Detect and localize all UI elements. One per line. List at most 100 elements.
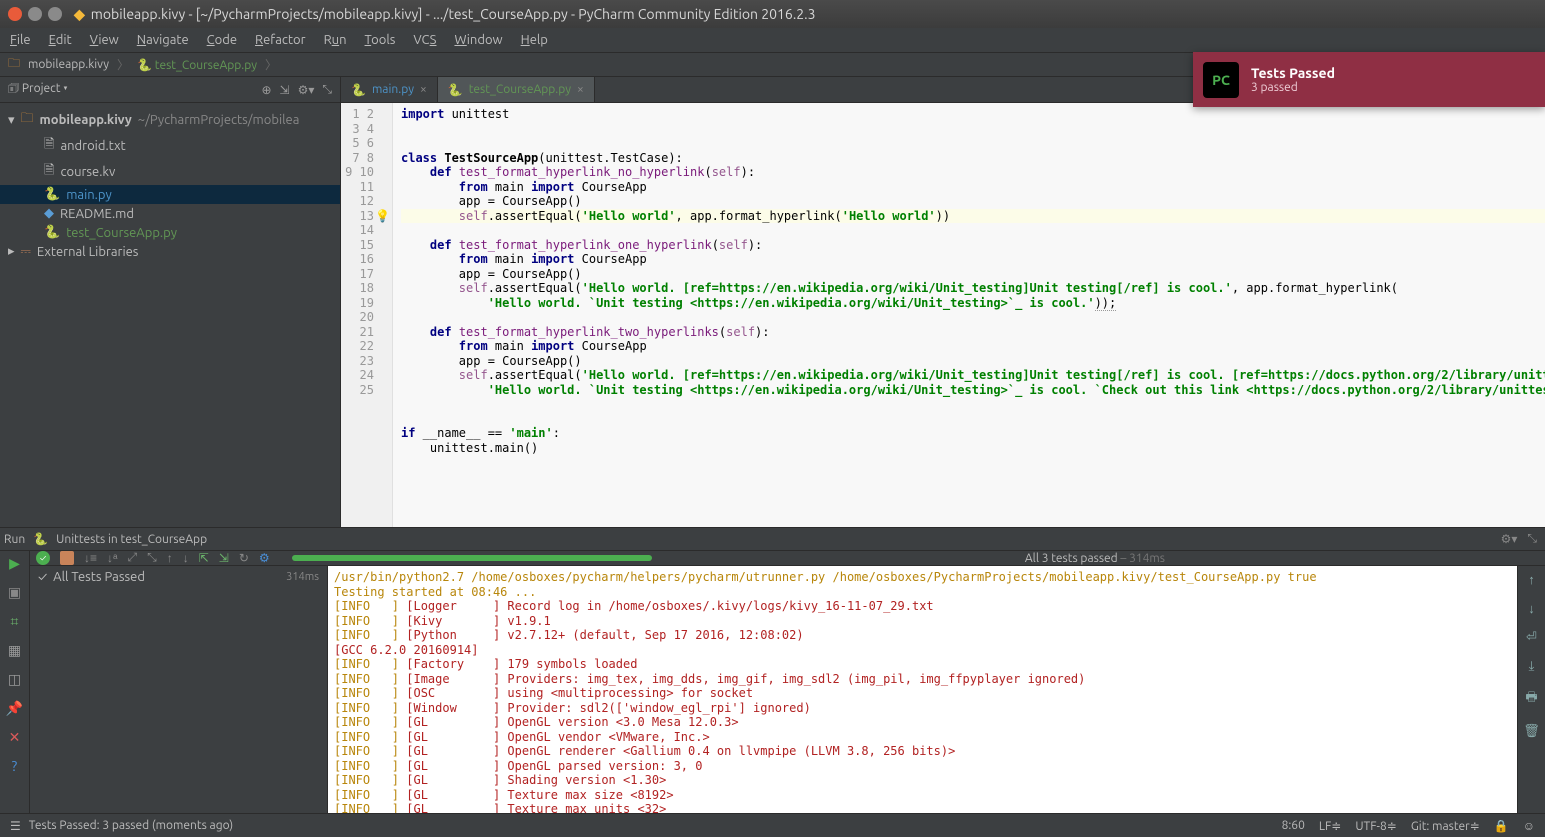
next-icon[interactable]: ↓ (183, 551, 189, 565)
menu-code[interactable]: Code (207, 33, 237, 47)
menu-view[interactable]: View (90, 33, 119, 47)
close-icon[interactable]: × (577, 83, 584, 96)
menu-tools[interactable]: Tools (365, 33, 396, 47)
notification-balloon[interactable]: PC Tests Passed 3 passed (1193, 52, 1545, 107)
tree-file-test[interactable]: 🐍 test_CourseApp.py (0, 223, 340, 242)
pin-icon[interactable]: 📌 (6, 700, 23, 717)
status-message: Tests Passed: 3 passed (moments ago) (29, 819, 233, 832)
caret-position[interactable]: 8:60 (1282, 819, 1305, 833)
import-icon[interactable]: ⇲ (219, 551, 229, 565)
folder-icon: 🗀 (21, 109, 34, 131)
tree-file-main[interactable]: 🐍main.py (0, 185, 340, 204)
gear-icon[interactable]: ⚙▾ (1501, 532, 1518, 546)
file-encoding[interactable]: UTF-8≑ (1355, 819, 1397, 833)
python-file-icon: 🐍 (351, 83, 366, 97)
menu-help[interactable]: Help (521, 33, 548, 47)
prev-icon[interactable]: ↑ (167, 551, 173, 565)
pycharm-logo-icon: PC (1203, 62, 1239, 98)
test-toolbar: ✓ ↓≡ ↓ᵃ ⤢ ⤡ ↑ ↓ ⇱ ⇲ ↻ ⚙ All 3 tests pass… (30, 551, 1545, 566)
toggle-icon[interactable] (60, 551, 74, 565)
tree-external-libraries[interactable]: ▸ ⎓ External Libraries (0, 242, 340, 261)
project-view-selector[interactable]: 🗊 Project ▾ (8, 79, 68, 100)
locate-icon[interactable]: ⊕ (261, 83, 271, 97)
run-icon[interactable]: ▶ (9, 555, 20, 572)
run-tool-window: ▶ ▣ ⌗ ▦ ◫ 📌 ✕ ? ✓ ↓≡ ↓ᵃ ⤢ ⤡ ↑ ↓ ⇱ ⇲ ↻ ⚙ … (0, 551, 1545, 813)
tree-project-root[interactable]: ▾ 🗀 mobileapp.kivy ~/PycharmProjects/mob… (0, 107, 340, 133)
clear-icon[interactable]: 🗑 (1523, 724, 1540, 739)
hide-icon[interactable]: ⤡ (1527, 532, 1537, 546)
collapse-icon[interactable]: ⤡ (147, 551, 157, 565)
down-icon[interactable]: ↓ (1528, 601, 1535, 616)
sort-icon[interactable]: ↓ᵃ (107, 551, 117, 565)
window-minimize-icon[interactable] (28, 7, 42, 21)
close-icon[interactable]: ✕ (9, 729, 21, 746)
file-icon: 🗎 (44, 135, 54, 157)
window-maximize-icon[interactable] (48, 7, 62, 21)
history-icon[interactable]: ↻ (239, 551, 249, 565)
intention-bulb-icon[interactable]: 💡 (375, 209, 390, 224)
test-console-output[interactable]: /usr/bin/python2.7 /home/osboxes/pycharm… (328, 566, 1517, 821)
breadcrumb-file[interactable]: 🐍 test_CourseApp.py (137, 58, 257, 72)
status-icon[interactable]: ☰ (10, 819, 21, 833)
hide-icon[interactable]: ⤡ (322, 83, 332, 97)
tab-label: test_CourseApp.py (469, 83, 571, 96)
console-actions: ↑ ↓ ⏎ ⤓ 🖶 🗑 (1517, 566, 1545, 821)
layout-icon[interactable]: ◫ (8, 671, 21, 688)
tree-file-android[interactable]: 🗎android.txt (0, 133, 340, 159)
window-title: mobileapp.kivy - [~/PycharmProjects/mobi… (91, 6, 816, 22)
collapse-icon[interactable]: ⇲ (280, 83, 290, 97)
libraries-icon: ⎓ (21, 244, 31, 259)
tree-file-readme[interactable]: ◆README.md (0, 204, 340, 223)
test-tree-root[interactable]: ✓ All Tests Passed 314ms (38, 570, 319, 584)
python-file-icon: 🐍 (44, 225, 60, 240)
menu-refactor[interactable]: Refactor (255, 33, 306, 47)
file-icon: 🗎 (44, 161, 54, 183)
window-titlebar: ◆ mobileapp.kivy - [~/PycharmProjects/mo… (0, 0, 1545, 28)
debug-icon[interactable]: ⌗ (11, 613, 19, 630)
project-root-path: ~/PycharmProjects/mobilea (138, 113, 300, 127)
stop-icon[interactable]: ▣ (8, 584, 21, 601)
notification-title: Tests Passed (1251, 65, 1335, 81)
lock-icon[interactable]: 🔒 (1494, 819, 1509, 833)
line-separator[interactable]: LF≑ (1319, 819, 1341, 833)
menu-navigate[interactable]: Navigate (137, 33, 189, 47)
git-branch[interactable]: Git: master≑ (1411, 819, 1480, 833)
status-ok-icon: ✓ (36, 551, 50, 565)
python-icon: 🐍 (33, 532, 48, 546)
hector-icon[interactable]: ☺ (1523, 819, 1535, 833)
breadcrumb-project[interactable]: mobileapp.kivy (28, 58, 109, 71)
gutter-lines: 1 2 3 4 5 6 7 8 9 10 11 12 13 14 15 16 1… (345, 107, 374, 397)
menu-run[interactable]: Run (324, 33, 347, 47)
code-editor[interactable]: 1 2 3 4 5 6 7 8 9 10 11 12 13 14 15 16 1… (341, 103, 1545, 527)
test-summary: All 3 tests passed – 314ms (1025, 552, 1165, 565)
wrap-icon[interactable]: ⏎ (1526, 630, 1537, 645)
chevron-right-icon: ▸ (8, 244, 15, 259)
window-close-icon[interactable] (8, 7, 22, 21)
scroll-icon[interactable]: ⤓ (1529, 659, 1535, 674)
menu-window[interactable]: Window (454, 33, 502, 47)
menu-file[interactable]: File (10, 33, 31, 47)
gear-icon[interactable]: ⚙▾ (298, 83, 315, 97)
tree-file-course[interactable]: 🗎course.kv (0, 159, 340, 185)
print-icon[interactable]: 🖶 (1525, 688, 1537, 710)
tab-main[interactable]: 🐍 main.py × (341, 77, 438, 102)
tab-test[interactable]: 🐍 test_CourseApp.py × (438, 77, 595, 102)
run-config-name: Unittests in test_CourseApp (56, 533, 207, 546)
close-icon[interactable]: × (420, 83, 427, 96)
chevron-right-icon: 〉 (117, 56, 129, 73)
gear-icon[interactable]: ⚙ (259, 551, 270, 565)
expand-icon[interactable]: ⤢ (127, 551, 137, 565)
export-icon[interactable]: ⇱ (199, 551, 209, 565)
menu-edit[interactable]: Edit (49, 33, 72, 47)
python-file-icon: 🐍 (448, 83, 463, 97)
menu-vcs[interactable]: VCS (413, 33, 436, 47)
sort-icon[interactable]: ↓≡ (84, 551, 97, 565)
up-icon[interactable]: ↑ (1528, 572, 1535, 587)
tab-label: main.py (372, 83, 414, 96)
code-content[interactable]: import unittest class TestSourceApp(unit… (393, 103, 1545, 527)
help-icon[interactable]: ? (12, 758, 17, 774)
file-label: test_CourseApp.py (66, 226, 177, 240)
pause-icon[interactable]: ▦ (8, 642, 21, 659)
editor-area: 🐍 main.py × 🐍 test_CourseApp.py × 1 2 3 … (341, 77, 1545, 527)
menubar: File Edit View Navigate Code Refactor Ru… (0, 28, 1545, 53)
